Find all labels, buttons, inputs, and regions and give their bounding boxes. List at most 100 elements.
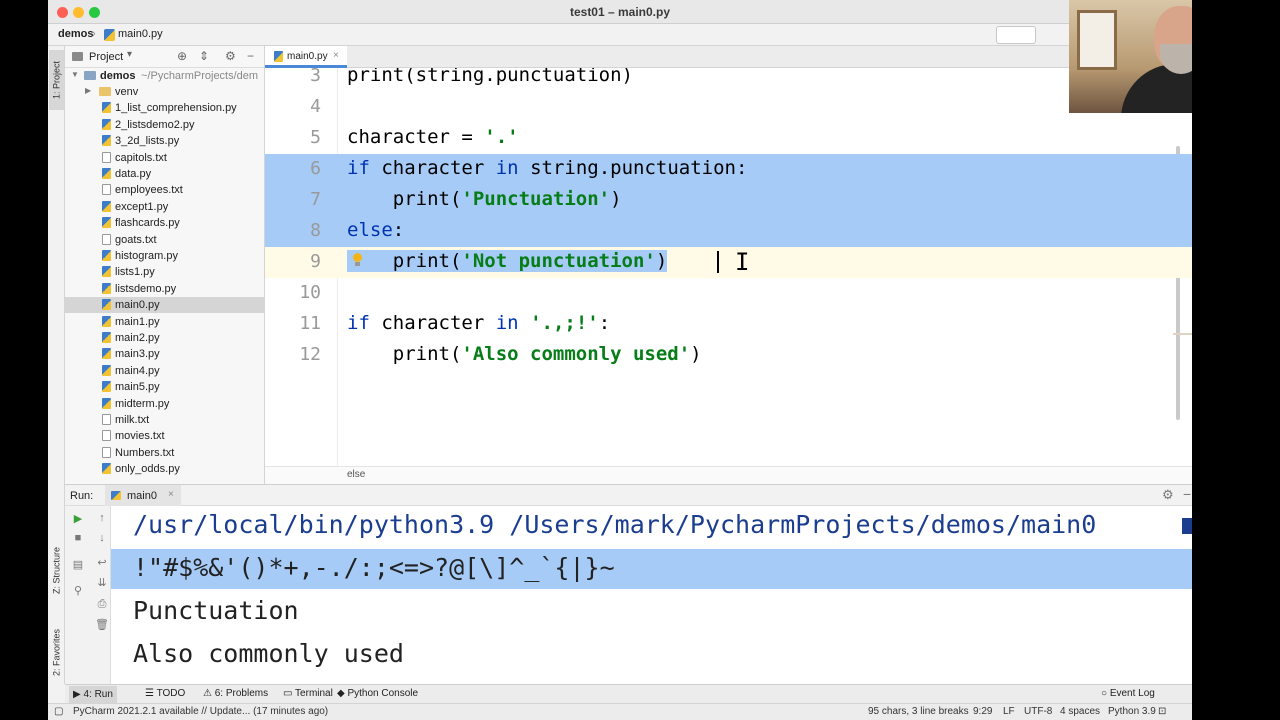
tree-item-label: only_odds.py [115, 463, 180, 476]
python-file-icon [102, 118, 111, 130]
lock-icon[interactable]: ⊡ [1158, 706, 1166, 717]
tree-item[interactable]: lists1.py [65, 264, 264, 280]
chevron-down-icon[interactable]: ▾ [127, 49, 132, 60]
console-overflow-marker [1182, 518, 1192, 534]
trash-icon[interactable]: 🗑 [95, 618, 109, 631]
nav-crumb-project[interactable]: demos [58, 28, 93, 40]
project-tool-tab[interactable]: 1: Project [49, 50, 64, 110]
tree-item[interactable]: histogram.py [65, 248, 264, 264]
lightbulb-icon[interactable] [352, 253, 363, 267]
console-output-line[interactable]: Punctuation [111, 592, 1192, 632]
tool-tab-run[interactable]: ▶ 4: Run [69, 686, 117, 703]
tool-tab-event-log[interactable]: ○ Event Log [1101, 688, 1155, 699]
arrow-up-icon[interactable]: ↑ [95, 512, 109, 524]
status-indent[interactable]: 4 spaces [1060, 706, 1100, 717]
terminal-icon: ▭ [283, 688, 296, 699]
hide-panel-icon[interactable]: − [247, 49, 254, 63]
console-output-line[interactable]: !"#$%&'()*+,-./:;<=>?@[\]^_`{|}~ [111, 549, 1192, 589]
tree-item[interactable]: midterm.py [65, 396, 264, 412]
gear-icon[interactable]: ⚙ [1162, 487, 1174, 503]
tree-item[interactable]: main3.py [65, 346, 264, 362]
code-line[interactable]: 6 if character in string.punctuation: [265, 154, 1192, 185]
code-line[interactable]: 4 [265, 92, 1192, 123]
print-icon[interactable]: ⎙ [95, 598, 109, 611]
console-output-line[interactable]: Also commonly used [111, 635, 1192, 675]
run-configuration-dropdown[interactable] [996, 26, 1036, 44]
code-keyword: in [495, 157, 519, 179]
stop-icon[interactable]: ■ [71, 532, 85, 544]
tool-tab-todo[interactable]: ☰ TODO [145, 688, 185, 699]
tree-item[interactable]: except1.py [65, 199, 264, 215]
tree-item[interactable]: movies.txt [65, 428, 264, 444]
tree-item[interactable]: main0.py [65, 297, 264, 314]
tree-item[interactable]: 2_listsdemo2.py [65, 117, 264, 133]
arrow-down-icon[interactable]: ↓ [95, 532, 109, 544]
tree-item[interactable]: flashcards.py [65, 215, 264, 231]
tree-item[interactable]: main2.py [65, 330, 264, 346]
rerun-icon[interactable]: ▶ [71, 512, 85, 525]
tree-item[interactable]: main1.py [65, 314, 264, 330]
close-tab-icon[interactable]: × [168, 489, 174, 500]
gear-icon[interactable]: ⚙ [225, 49, 236, 63]
tree-item[interactable]: employees.txt [65, 182, 264, 198]
hide-panel-icon[interactable]: − [1183, 486, 1191, 502]
code-line[interactable]: 10 [265, 278, 1192, 309]
project-view-selector[interactable]: Project [89, 51, 123, 63]
tree-item[interactable]: 1_list_comprehension.py [65, 100, 264, 116]
favorites-tool-tab[interactable]: 2: Favorites [49, 612, 64, 692]
status-update-message[interactable]: PyCharm 2021.2.1 available // Update... … [73, 706, 328, 717]
tool-tab-terminal[interactable]: ▭ Terminal [283, 688, 333, 699]
tree-root-row[interactable]: ▼ demos ~/PycharmProjects/dem [65, 68, 264, 84]
tree-item[interactable]: main4.py [65, 363, 264, 379]
pin-icon[interactable]: ⚲ [71, 584, 85, 597]
tree-item[interactable]: 3_2d_lists.py [65, 133, 264, 149]
python-file-icon [102, 266, 111, 278]
tree-item[interactable]: only_odds.py [65, 461, 264, 477]
code-editor[interactable]: 3 print(string.punctuation) 4 5 character = … [265, 68, 1192, 466]
tool-tab-run-label: 4: Run [83, 689, 113, 700]
tree-item-label: employees.txt [115, 184, 183, 197]
python-file-icon [102, 397, 111, 409]
chevron-right-icon[interactable]: ▶ [85, 86, 91, 95]
code-line[interactable]: 8 else: [265, 216, 1192, 247]
video-letterbox-left [0, 0, 48, 720]
editor-breadcrumb[interactable]: else [347, 469, 365, 480]
project-panel: Project ▾ ⊕ ⇕ ⚙ − ▼ demos ~/PycharmProje… [65, 46, 265, 484]
status-line-separator[interactable]: LF [1003, 706, 1015, 717]
tree-item[interactable]: capitols.txt [65, 150, 264, 166]
tree-item[interactable]: ▶ venv [65, 84, 264, 100]
tool-tab-problems[interactable]: ⚠ 6: Problems [203, 688, 268, 699]
chevron-down-icon[interactable]: ▼ [71, 70, 79, 79]
console-command-line[interactable]: /usr/local/bin/python3.9 /Users/mark/Pyc… [111, 506, 1192, 546]
locate-file-icon[interactable]: ⊕ [177, 49, 187, 63]
soft-wrap-icon[interactable]: ↩ [95, 556, 109, 569]
tree-item[interactable]: listsdemo.py [65, 281, 264, 297]
status-interpreter[interactable]: Python 3.9 [1108, 706, 1156, 717]
status-caret-position[interactable]: 9:29 [973, 706, 992, 717]
tree-item[interactable]: main5.py [65, 379, 264, 395]
editor-tab-main0[interactable]: main0.py × [265, 46, 347, 68]
scroll-to-end-icon[interactable]: ⇊ [95, 576, 109, 589]
code-line[interactable]: 12 print('Also commonly used') [265, 340, 1192, 371]
close-tab-icon[interactable]: × [333, 50, 339, 61]
code-text: if character in string.punctuation: [347, 157, 747, 179]
tree-item[interactable]: data.py [65, 166, 264, 182]
code-line[interactable]: 7 print('Punctuation') [265, 185, 1192, 216]
console-text: /usr/local/bin/python3.9 /Users/mark/Pyc… [133, 510, 1097, 539]
tree-item[interactable]: milk.txt [65, 412, 264, 428]
collapse-all-icon[interactable]: ⇕ [199, 49, 209, 63]
run-tab-main0[interactable]: main0 × [105, 485, 181, 506]
layout-icon[interactable]: ▤ [71, 558, 85, 571]
status-encoding[interactable]: UTF-8 [1024, 706, 1052, 717]
tool-tab-python-console[interactable]: ◆ Python Console [337, 688, 418, 699]
tree-item[interactable]: goats.txt [65, 232, 264, 248]
nav-crumb-file[interactable]: main0.py [118, 28, 163, 40]
code-line[interactable]: 11 if character in '.,;!': [265, 309, 1192, 340]
tree-item[interactable]: Numbers.txt [65, 445, 264, 461]
structure-tool-tab[interactable]: Z: Structure [49, 532, 64, 608]
panel-toggle-icon[interactable]: ▢ [54, 706, 63, 717]
code-line[interactable]: 3 print(string.punctuation) [265, 68, 1192, 92]
code-line[interactable]: 9 print('Not punctuation') I [265, 247, 1192, 278]
code-line[interactable]: 5 character = '.' [265, 123, 1192, 154]
run-console-output[interactable]: /usr/local/bin/python3.9 /Users/mark/Pyc… [111, 506, 1192, 684]
